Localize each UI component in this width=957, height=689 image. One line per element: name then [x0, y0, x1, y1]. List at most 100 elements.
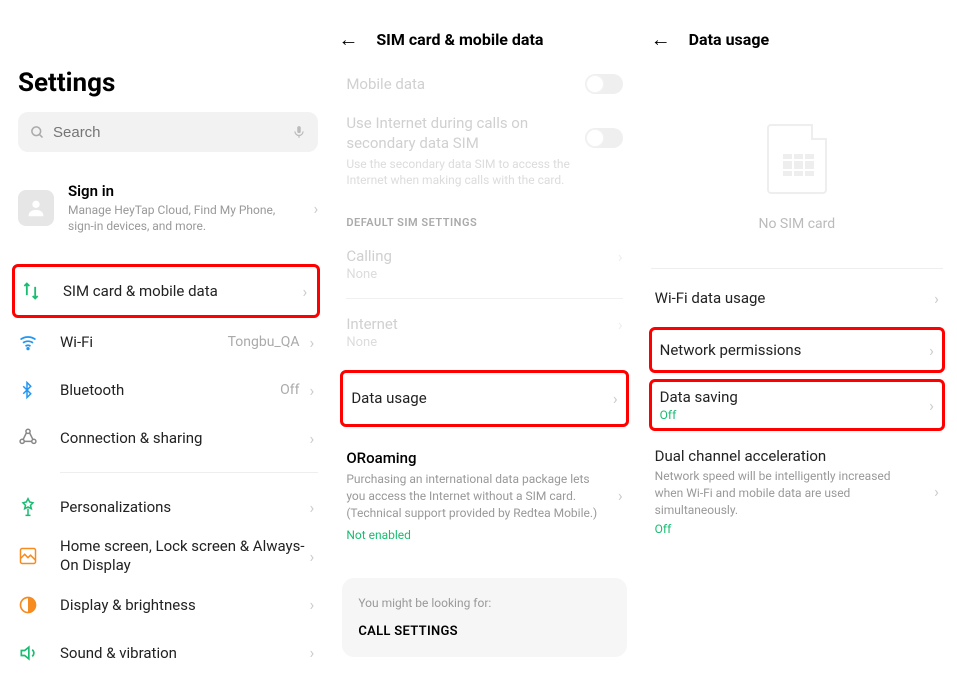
microphone-icon[interactable] [292, 123, 306, 141]
bluetooth-row[interactable]: Bluetooth Off › [18, 366, 318, 414]
chevron-right-icon: › [929, 341, 934, 360]
display-brightness-icon [18, 595, 54, 615]
sound-vibration-row[interactable]: Sound & vibration › [18, 629, 318, 677]
search-input[interactable] [53, 124, 292, 141]
chevron-right-icon: › [310, 429, 315, 448]
oroaming-status: Not enabled [346, 528, 608, 542]
suggestion-box: You might be looking for: CALL SETTINGS [342, 578, 626, 657]
topbar: ← SIM card & mobile data [334, 14, 634, 64]
home-screen-icon [18, 546, 54, 566]
connection-sharing-row[interactable]: Connection & sharing › [18, 414, 318, 462]
topbar: ← Data usage [647, 14, 947, 64]
sim-card-panel: ← SIM card & mobile data Mobile data Use… [328, 0, 640, 689]
divider [651, 268, 943, 269]
display-brightness-row[interactable]: Display & brightness › [18, 581, 318, 629]
personalizations-row[interactable]: Personalizations › [18, 483, 318, 531]
secondary-sim-toggle [585, 128, 623, 148]
sim-card-icon [767, 124, 827, 194]
personalizations-icon [18, 497, 54, 517]
chevron-right-icon: › [310, 643, 315, 662]
network-permissions-label: Network permissions [660, 341, 930, 359]
highlight-data-usage: Data usage › [340, 370, 628, 427]
home-screen-label: Home screen, Lock screen & Always-On Dis… [60, 531, 310, 581]
chevron-right-icon: › [310, 547, 315, 566]
wifi-label: Wi-Fi [60, 333, 228, 351]
home-screen-row[interactable]: Home screen, Lock screen & Always-On Dis… [18, 531, 318, 581]
default-sim-section-header: DEFAULT SIM SETTINGS [338, 198, 630, 237]
calling-value: None [346, 267, 618, 282]
highlight-sim-card: SIM card & mobile data › [12, 264, 320, 318]
sim-card-label: SIM card & mobile data [63, 282, 303, 300]
highlight-data-saving: Data saving Off › [649, 379, 945, 431]
sound-vibration-label: Sound & vibration [60, 644, 310, 662]
connection-sharing-icon [18, 428, 54, 448]
data-saving-label: Data saving [660, 388, 930, 406]
chevron-right-icon: › [934, 289, 939, 308]
chevron-right-icon: › [618, 247, 623, 266]
oroaming-title: ORoaming [346, 449, 608, 467]
data-saving-status: Off [660, 408, 930, 422]
sign-in-row[interactable]: Sign in Manage HeyTap Cloud, Find My Pho… [18, 172, 318, 244]
mobile-data-row: Mobile data [338, 64, 630, 104]
wifi-value: Tongbu_QA [228, 334, 300, 350]
chevron-right-icon: › [613, 389, 618, 408]
suggestion-hint: You might be looking for: [358, 596, 610, 610]
dual-channel-sub: Network speed will be intelligently incr… [655, 468, 905, 518]
sim-data-icon [21, 281, 57, 301]
no-sim-illustration: No SIM card [647, 124, 947, 232]
divider [60, 472, 318, 473]
dual-channel-status: Off [655, 522, 935, 536]
topbar-title: Data usage [689, 30, 769, 49]
avatar-placeholder-icon [18, 190, 54, 226]
chevron-right-icon: › [310, 595, 315, 614]
data-usage-label: Data usage [351, 389, 613, 407]
chevron-right-icon: › [310, 381, 315, 400]
secondary-sim-row: Use Internet during calls on secondary d… [338, 104, 630, 198]
chevron-right-icon: › [303, 282, 308, 301]
divider [346, 298, 622, 299]
network-permissions-row[interactable]: Network permissions › [652, 330, 942, 370]
dual-channel-row[interactable]: Dual channel acceleration Network speed … [647, 437, 947, 546]
secondary-sim-label: Use Internet during calls on secondary d… [346, 114, 546, 153]
wifi-data-usage-label: Wi-Fi data usage [655, 289, 935, 307]
calling-row: Calling None › [338, 237, 630, 292]
data-usage-row[interactable]: Data usage › [343, 373, 625, 424]
connection-sharing-label: Connection & sharing [60, 429, 310, 447]
suggestion-item[interactable]: CALL SETTINGS [358, 624, 610, 639]
bluetooth-icon [18, 380, 54, 400]
mobile-data-toggle [585, 74, 623, 94]
settings-panel: Settings Sign in Manage HeyTap Cloud, Fi… [0, 0, 328, 689]
secondary-sim-sub: Use the secondary data SIM to access the… [346, 156, 576, 188]
back-arrow-icon[interactable]: ← [338, 27, 358, 52]
internet-value: None [346, 335, 618, 350]
sign-in-subtitle: Manage HeyTap Cloud, Find My Phone, sign… [68, 202, 278, 234]
personalizations-label: Personalizations [60, 498, 310, 516]
data-saving-row[interactable]: Data saving Off › [652, 382, 942, 428]
wifi-row[interactable]: Wi-Fi Tongbu_QA › [18, 318, 318, 366]
sim-card-row[interactable]: SIM card & mobile data › [21, 267, 311, 315]
sign-in-title: Sign in [68, 182, 314, 200]
wifi-data-usage-row[interactable]: Wi-Fi data usage › [647, 275, 947, 321]
dual-channel-title: Dual channel acceleration [655, 447, 935, 465]
no-sim-label: No SIM card [758, 216, 835, 232]
bluetooth-value: Off [280, 382, 299, 398]
bluetooth-label: Bluetooth [60, 381, 280, 399]
mobile-data-label: Mobile data [346, 75, 584, 93]
internet-label: Internet [346, 315, 618, 333]
internet-row: Internet None › [338, 305, 630, 360]
sound-vibration-icon [18, 643, 54, 663]
chevron-right-icon: › [618, 486, 623, 505]
chevron-right-icon: › [934, 482, 939, 501]
data-usage-panel: ← Data usage No SIM card Wi-Fi data usag… [641, 0, 957, 689]
chevron-right-icon: › [310, 333, 315, 352]
chevron-right-icon: › [314, 199, 319, 218]
highlight-network-permissions: Network permissions › [649, 327, 945, 373]
oroaming-row[interactable]: ORoaming Purchasing an international dat… [338, 437, 630, 553]
chevron-right-icon: › [929, 396, 934, 415]
search-bar[interactable] [18, 112, 318, 152]
search-icon [30, 125, 45, 140]
back-arrow-icon[interactable]: ← [651, 27, 671, 52]
calling-label: Calling [346, 247, 618, 265]
display-brightness-label: Display & brightness [60, 596, 310, 614]
page-title: Settings [18, 68, 318, 98]
